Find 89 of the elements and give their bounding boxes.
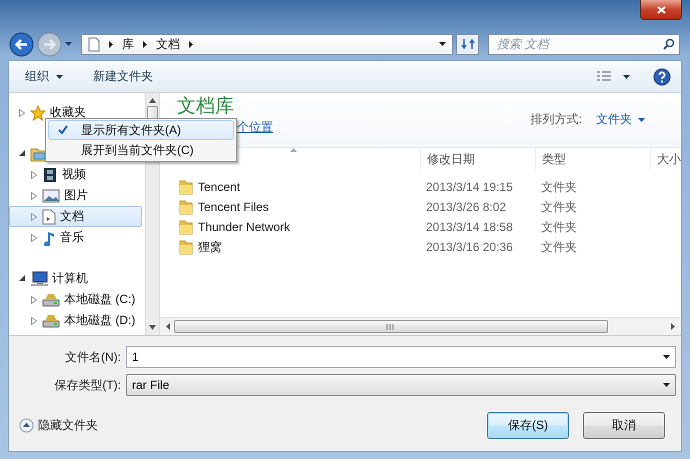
dialog-button[interactable]: 保存(S) bbox=[487, 412, 569, 439]
breadcrumb[interactable]: 文档 bbox=[156, 36, 180, 52]
folder-icon bbox=[179, 179, 193, 195]
library-title: 文档库 bbox=[177, 95, 235, 119]
menu-item[interactable]: 显示所有文件夹(A) bbox=[48, 120, 234, 140]
file-name-field[interactable]: 1 bbox=[126, 346, 676, 368]
dropdown-arrow-icon[interactable] bbox=[439, 42, 446, 46]
tree-item[interactable]: 计算机 bbox=[9, 268, 93, 289]
scroll-thumb[interactable] bbox=[174, 320, 608, 333]
chevron-icon[interactable] bbox=[189, 40, 193, 48]
folder-icon bbox=[179, 199, 193, 215]
file-type: 文件夹 bbox=[540, 198, 578, 216]
expand-arrow-icon[interactable] bbox=[31, 192, 37, 200]
drive-icon bbox=[42, 312, 60, 328]
refresh-icon bbox=[460, 38, 474, 50]
column-header[interactable]: 类型 bbox=[535, 148, 650, 170]
file-name[interactable]: Thunder Network bbox=[198, 220, 290, 234]
file-type: 文件夹 bbox=[540, 178, 578, 196]
save-type-label: 保存类型(T): bbox=[53, 376, 121, 394]
save-type-dropdown[interactable]: rar File bbox=[126, 374, 676, 396]
file-name[interactable]: 狸窝 bbox=[198, 238, 222, 256]
up-arrow-icon[interactable] bbox=[149, 98, 156, 103]
tree-item[interactable]: 图片 bbox=[9, 185, 93, 206]
expand-arrow-icon[interactable] bbox=[31, 234, 37, 242]
view-list-icon bbox=[597, 71, 611, 82]
close-button[interactable] bbox=[640, 0, 682, 20]
tree-item[interactable]: 视频 bbox=[9, 164, 91, 185]
breadcrumb[interactable]: 库 bbox=[122, 36, 134, 52]
caret-icon bbox=[56, 74, 63, 78]
toolbar-button[interactable]: 组织 bbox=[18, 65, 70, 88]
close-icon bbox=[656, 6, 666, 14]
dropdown-arrow-icon bbox=[663, 355, 670, 359]
picture-icon bbox=[42, 188, 60, 202]
modified-date: 2013/3/14 18:58 bbox=[425, 220, 514, 234]
page-icon bbox=[88, 36, 100, 52]
toolbar-button[interactable]: 新建文件夹 bbox=[86, 65, 160, 88]
sort-arrow-icon bbox=[290, 148, 296, 152]
caret-icon bbox=[638, 118, 645, 122]
tree-item[interactable]: 本地磁盘 (C:) bbox=[9, 289, 140, 310]
refresh-button[interactable] bbox=[456, 34, 479, 54]
tree-item[interactable]: 收藏夹 bbox=[9, 102, 91, 123]
grip-icon bbox=[386, 324, 396, 330]
help-icon[interactable] bbox=[653, 68, 671, 86]
column-header[interactable]: 大小 bbox=[650, 148, 681, 170]
caret-icon bbox=[623, 74, 630, 78]
sort-dropdown[interactable]: 文件夹 bbox=[596, 111, 645, 128]
tree-item[interactable]: 音乐 bbox=[9, 227, 89, 248]
music-note-icon bbox=[42, 230, 56, 246]
history-dropdown-icon[interactable] bbox=[65, 42, 72, 46]
drive-icon bbox=[42, 292, 60, 308]
computer-icon bbox=[30, 270, 48, 286]
down-arrow-icon[interactable] bbox=[149, 325, 156, 330]
back-button[interactable] bbox=[9, 32, 34, 56]
expand-arrow-icon[interactable] bbox=[19, 108, 25, 116]
column-header[interactable]: 修改日期 bbox=[420, 148, 535, 170]
film-icon bbox=[42, 166, 58, 182]
search-icon bbox=[663, 38, 675, 50]
hide-folders-button[interactable]: 隐藏文件夹 bbox=[19, 417, 98, 434]
right-arrow-icon[interactable] bbox=[671, 323, 675, 330]
file-name[interactable]: Tencent bbox=[198, 180, 240, 194]
search-field[interactable]: 搜索 文档 bbox=[488, 34, 680, 54]
chevron-icon[interactable] bbox=[109, 40, 113, 48]
modified-date: 2013/3/16 20:36 bbox=[425, 240, 514, 254]
collapse-icon bbox=[19, 418, 34, 433]
tree-item[interactable]: 文档 bbox=[9, 206, 142, 227]
star-icon bbox=[30, 104, 46, 120]
dropdown-arrow-icon bbox=[663, 383, 670, 387]
expand-arrow-icon[interactable] bbox=[31, 170, 37, 178]
document-icon bbox=[42, 208, 56, 224]
expand-arrow-icon[interactable] bbox=[31, 296, 37, 304]
modified-date: 2013/3/26 8:02 bbox=[425, 200, 508, 214]
folder-icon bbox=[179, 219, 193, 235]
address-bar[interactable]: 库 文档 bbox=[81, 34, 453, 54]
locations-link[interactable]: 个位置 bbox=[237, 120, 273, 134]
modified-date: 2013/3/14 19:15 bbox=[425, 180, 514, 194]
expanded-arrow-icon[interactable] bbox=[18, 275, 26, 282]
expanded-arrow-icon[interactable] bbox=[18, 150, 26, 157]
file-name-label: 文件名(N): bbox=[64, 348, 121, 366]
folder-icon bbox=[179, 239, 193, 255]
menu-item[interactable]: 展开到当前文件夹(C) bbox=[48, 140, 234, 160]
dialog-button[interactable]: 取消 bbox=[583, 412, 665, 439]
expand-arrow-icon[interactable] bbox=[31, 316, 37, 324]
left-arrow-icon[interactable] bbox=[166, 323, 170, 330]
chevron-icon[interactable] bbox=[143, 40, 147, 48]
file-type: 文件夹 bbox=[540, 238, 578, 256]
file-type: 文件夹 bbox=[540, 218, 578, 236]
file-name[interactable]: Tencent Files bbox=[198, 200, 269, 214]
sort-label: 排列方式: bbox=[530, 111, 582, 128]
tree-item[interactable]: 本地磁盘 (D:) bbox=[9, 310, 140, 331]
